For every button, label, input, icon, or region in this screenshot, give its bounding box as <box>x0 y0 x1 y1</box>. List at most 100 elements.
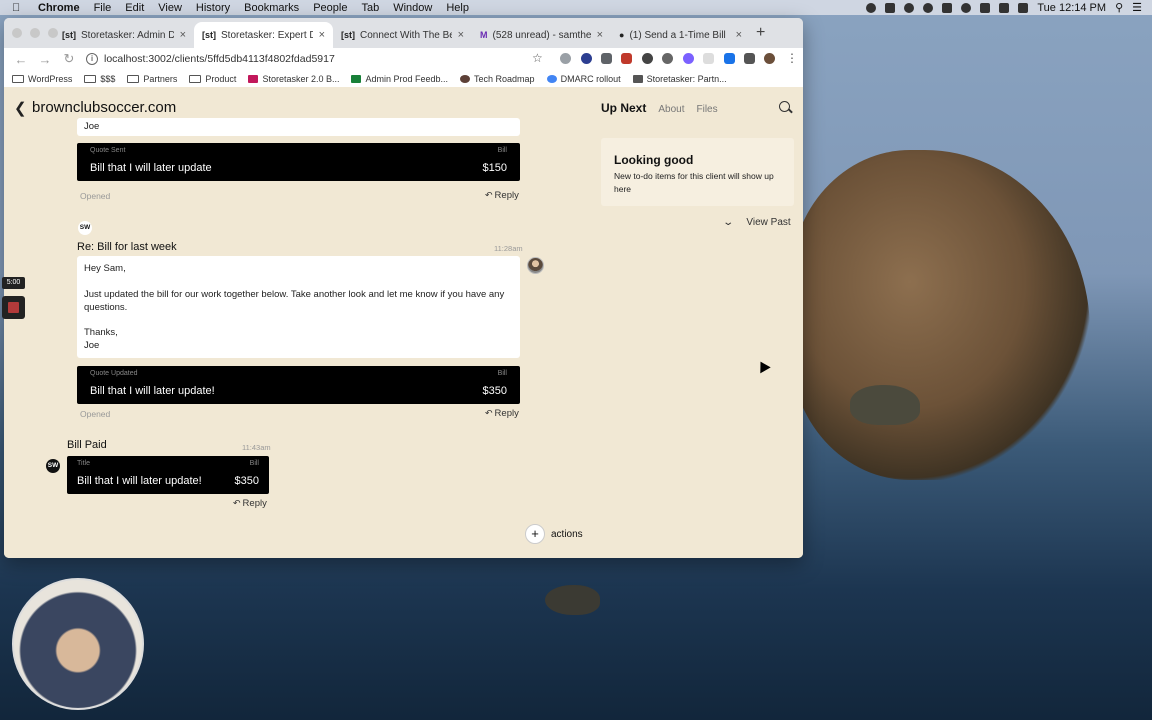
bookmark-item[interactable]: $$$ <box>84 74 115 84</box>
battery-icon[interactable] <box>1018 2 1029 13</box>
tab-up-next[interactable]: Up Next <box>601 101 646 115</box>
more-menu-icon[interactable]: ⋮ <box>786 51 798 65</box>
tab-send-bill[interactable]: ● (1) Send a 1-Time Bill × <box>611 22 750 48</box>
extension-icon[interactable] <box>642 53 653 64</box>
address-bar[interactable]: i localhost:3002/clients/5ffd5db4113f480… <box>86 50 335 68</box>
reply-button[interactable]: ↶ Reply <box>233 498 267 509</box>
close-tab-icon[interactable]: × <box>458 29 464 41</box>
wifi-icon[interactable] <box>961 2 972 13</box>
close-tab-icon[interactable]: × <box>736 29 742 41</box>
extension-icon[interactable] <box>724 53 735 64</box>
message-signature: Joe <box>84 121 100 132</box>
sender-initials: SW <box>46 459 60 473</box>
tab-gmail[interactable]: M (528 unread) - samthesan × <box>472 22 611 48</box>
puzzle-icon[interactable] <box>744 53 755 64</box>
display-icon[interactable] <box>980 2 991 13</box>
bookmark-item[interactable]: WordPress <box>12 74 72 84</box>
extension-icon[interactable] <box>621 53 632 64</box>
extension-icon[interactable] <box>560 53 571 64</box>
bookmark-item[interactable]: Tech Roadmap <box>460 74 535 84</box>
stop-recording-button[interactable] <box>2 296 25 319</box>
menu-people[interactable]: People <box>313 2 347 14</box>
menu-tab[interactable]: Tab <box>361 2 379 14</box>
message-closing: Thanks, <box>84 327 118 338</box>
minimize-window-button[interactable] <box>30 28 40 38</box>
menu-help[interactable]: Help <box>446 2 469 14</box>
reply-label: Reply <box>242 498 267 509</box>
view-past-toggle[interactable]: ⌄ View Past <box>722 217 791 228</box>
extension-icon[interactable] <box>683 53 694 64</box>
extension-icon[interactable] <box>662 53 673 64</box>
profile-avatar[interactable] <box>764 53 775 64</box>
volume-icon[interactable] <box>999 2 1010 13</box>
menu-bookmarks[interactable]: Bookmarks <box>244 2 299 14</box>
tab-expert-dashboard[interactable]: [st] Storetasker: Expert Dashb × <box>194 22 333 48</box>
menu-edit[interactable]: Edit <box>125 2 144 14</box>
status-icon[interactable] <box>904 2 915 13</box>
spotlight-icon[interactable]: ⚲ <box>1115 1 1123 14</box>
bookmark-item[interactable]: DMARC rollout <box>546 74 621 84</box>
tab-favicon: ● <box>619 30 625 40</box>
back-button[interactable]: ← <box>14 52 28 67</box>
menu-window[interactable]: Window <box>393 2 432 14</box>
tab-label: (528 unread) - samthesan <box>492 29 591 41</box>
apple-icon[interactable]:  <box>12 2 26 14</box>
quote-bar-label: Title <box>77 460 90 467</box>
bookmark-item[interactable]: Storetasker: Partn... <box>632 74 727 84</box>
forward-button[interactable]: → <box>38 52 52 67</box>
menu-app[interactable]: Chrome <box>38 2 80 14</box>
tab-connect[interactable]: [st] Connect With The Best Sh × <box>333 22 472 48</box>
quote-bar-title: Bill that I will later update! <box>77 475 202 487</box>
reply-arrow-icon: ↶ <box>233 498 241 508</box>
quote-bar-amount: $350 <box>482 385 507 397</box>
search-icon[interactable] <box>779 101 790 112</box>
extension-icon[interactable] <box>703 53 714 64</box>
new-tab-button[interactable]: + <box>756 24 765 42</box>
browser-toolbar: ← → ↻ i localhost:3002/clients/5ffd5db41… <box>4 48 803 70</box>
reply-button[interactable]: ↶ Reply <box>485 408 519 419</box>
address-url[interactable]: localhost:3002/clients/5ffd5db4113f4802f… <box>104 53 335 65</box>
reload-button[interactable]: ↻ <box>62 51 76 67</box>
extension-icon[interactable] <box>581 53 592 64</box>
tab-label: Storetasker: Admin Dashbo <box>81 29 174 41</box>
back-arrow-icon[interactable]: ❮ <box>14 99 27 117</box>
quote-bar[interactable]: Quote Updated Bill that I will later upd… <box>77 366 520 404</box>
tab-admin-dashboard[interactable]: [st] Storetasker: Admin Dashbo × <box>54 22 194 48</box>
quote-bar-type: Bill <box>249 460 259 467</box>
actions-label: actions <box>551 528 583 540</box>
reply-button[interactable]: ↶ Reply <box>485 190 519 201</box>
quote-bar-amount: $150 <box>482 162 507 174</box>
tab-files[interactable]: Files <box>696 104 717 115</box>
bookmark-item[interactable]: Product <box>189 74 236 84</box>
actions-button[interactable]: + actions <box>525 524 583 544</box>
view-past-label: View Past <box>746 217 791 228</box>
client-title: brownclubsoccer.com <box>32 99 177 116</box>
status-icon[interactable] <box>923 2 934 13</box>
menu-view[interactable]: View <box>158 2 182 14</box>
close-window-button[interactable] <box>12 28 22 38</box>
bookmark-favicon <box>632 74 643 83</box>
menu-history[interactable]: History <box>196 2 230 14</box>
status-icon[interactable] <box>885 2 896 13</box>
settings-icon[interactable] <box>866 2 877 13</box>
close-tab-icon[interactable]: × <box>319 29 325 41</box>
menu-file[interactable]: File <box>94 2 112 14</box>
plus-icon: + <box>525 524 545 544</box>
notification-center-icon[interactable]: ☰ <box>1132 1 1142 14</box>
quote-bar[interactable]: Quote Sent Bill that I will later update… <box>77 143 520 181</box>
extension-icon[interactable] <box>601 53 612 64</box>
tab-about[interactable]: About <box>658 104 684 115</box>
site-info-icon[interactable]: i <box>86 53 98 65</box>
reply-label: Reply <box>494 408 519 419</box>
bookmark-item[interactable]: Storetasker 2.0 B... <box>248 74 339 84</box>
reply-label: Reply <box>494 190 519 201</box>
bookmark-item[interactable]: Admin Prod Feedb... <box>351 74 448 84</box>
bookmark-item[interactable]: Partners <box>127 74 177 84</box>
tab-favicon: M <box>480 30 488 40</box>
status-icon[interactable] <box>942 2 953 13</box>
close-tab-icon[interactable]: × <box>597 29 603 41</box>
close-tab-icon[interactable]: × <box>180 29 186 41</box>
bill-paid-bar[interactable]: Title Bill that I will later update! Bil… <box>67 456 269 494</box>
bookmark-star-icon[interactable]: ☆ <box>532 51 543 65</box>
menubar-clock[interactable]: Tue 12:14 PM <box>1037 2 1106 14</box>
